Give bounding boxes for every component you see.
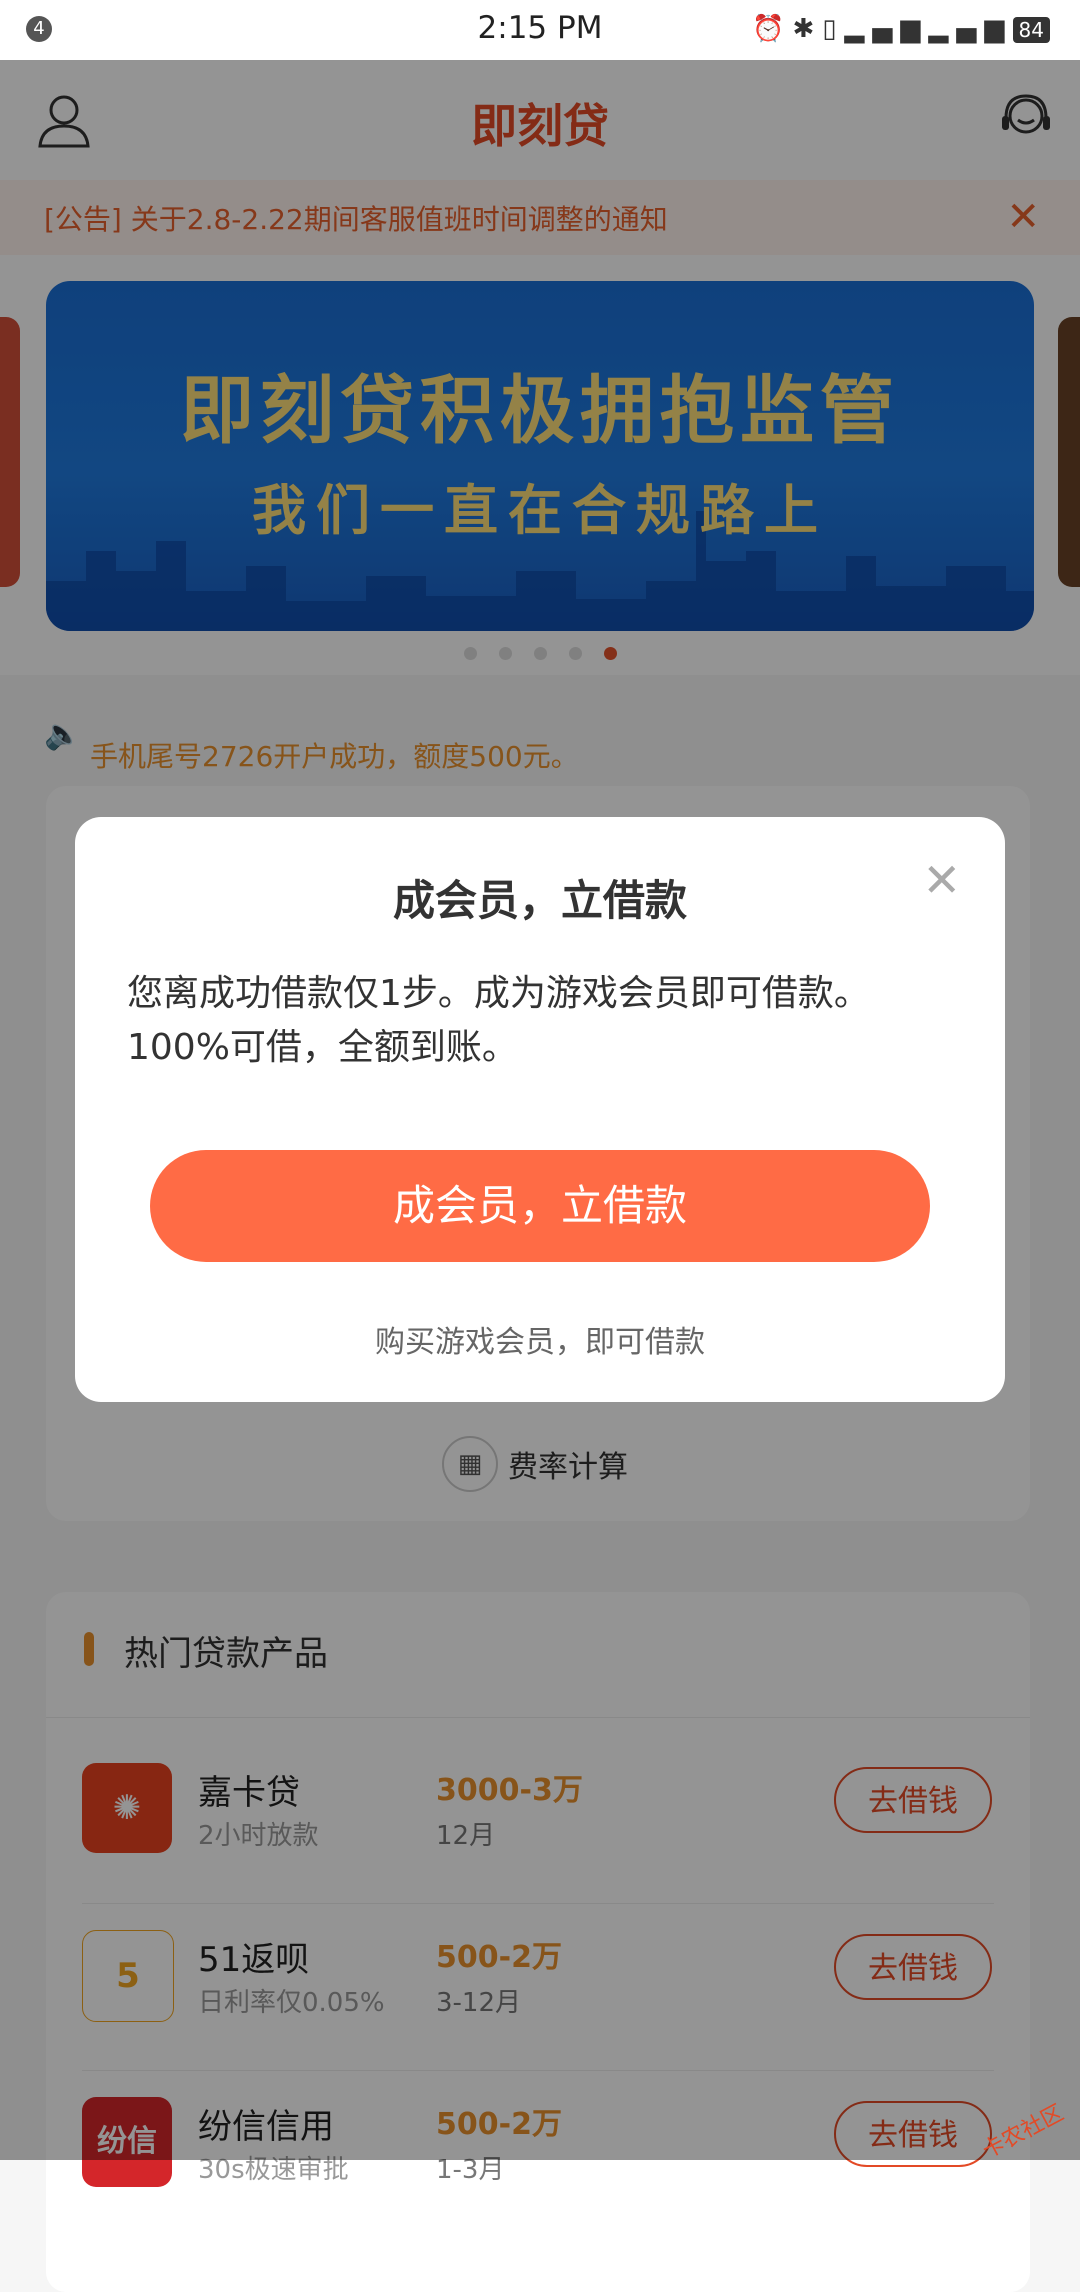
battery-icon: 84 [1012, 17, 1050, 43]
status-icons: ⏰✱▯▂▄▆▂▄▆ 84 [752, 14, 1050, 44]
dialog-hint: 购买游戏会员，即可借款 [375, 1325, 705, 1360]
close-icon[interactable]: ✕ [922, 853, 961, 907]
vibrate-icon: ▯ [822, 14, 845, 44]
dialog-title: 成会员，立借款 [392, 876, 687, 925]
signal-icon: ▂▄▆ [844, 14, 929, 44]
become-member-button[interactable]: 成会员，立借款 [150, 1150, 930, 1262]
4g-signal-icon: ▂▄▆ [928, 14, 1013, 44]
dialog-message: 您离成功借款仅1步。成为游戏会员即可借款。100%可借，全额到账。 [127, 973, 870, 1068]
alarm-icon: ⏰ [752, 14, 793, 44]
membership-dialog: 成会员，立借款 ✕ 您离成功借款仅1步。成为游戏会员即可借款。100%可借，全额… [75, 817, 1005, 1402]
status-bar: 4 2:15 PM ⏰✱▯▂▄▆▂▄▆ 84 [0, 0, 1080, 60]
bluetooth-icon: ✱ [792, 14, 823, 44]
